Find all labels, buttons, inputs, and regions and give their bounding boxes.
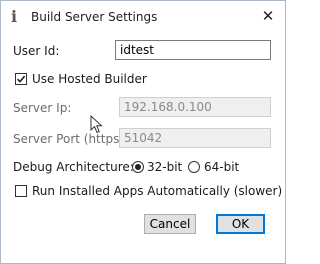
mouse-cursor-icon	[90, 115, 103, 134]
radio-32-bit[interactable]	[132, 161, 144, 173]
run-installed-apps-checkbox[interactable]	[15, 185, 27, 197]
build-server-settings-dialog: i Build Server Settings ✕ User Id: Use H…	[0, 0, 286, 264]
dialog-title: Build Server Settings	[31, 10, 158, 24]
debug-architecture-label: Debug Architecture:	[13, 160, 134, 174]
server-ip-label: Server Ip:	[13, 101, 72, 115]
info-icon: i	[11, 7, 18, 26]
radio-64-bit[interactable]	[188, 161, 200, 173]
server-ip-input[interactable]	[119, 97, 271, 117]
cancel-button[interactable]: Cancel	[144, 214, 196, 234]
run-installed-apps-label[interactable]: Run Installed Apps Automatically (slower…	[32, 184, 282, 198]
title-bar[interactable]: i Build Server Settings ✕	[1, 1, 285, 34]
close-button[interactable]: ✕	[259, 7, 277, 25]
ok-button[interactable]: OK	[216, 214, 265, 234]
checkmark-icon	[16, 75, 26, 83]
use-hosted-builder-label[interactable]: Use Hosted Builder	[32, 72, 147, 86]
server-port-input[interactable]	[119, 128, 271, 148]
radio-32-bit-label[interactable]: 32-bit	[147, 160, 182, 174]
user-id-label: User Id:	[13, 44, 60, 58]
user-id-input[interactable]	[115, 40, 271, 60]
use-hosted-builder-checkbox[interactable]	[15, 73, 27, 85]
radio-64-bit-label[interactable]: 64-bit	[204, 160, 239, 174]
close-icon: ✕	[261, 7, 275, 25]
radio-selected-dot	[135, 164, 141, 170]
server-port-label: Server Port (https):	[13, 132, 129, 146]
